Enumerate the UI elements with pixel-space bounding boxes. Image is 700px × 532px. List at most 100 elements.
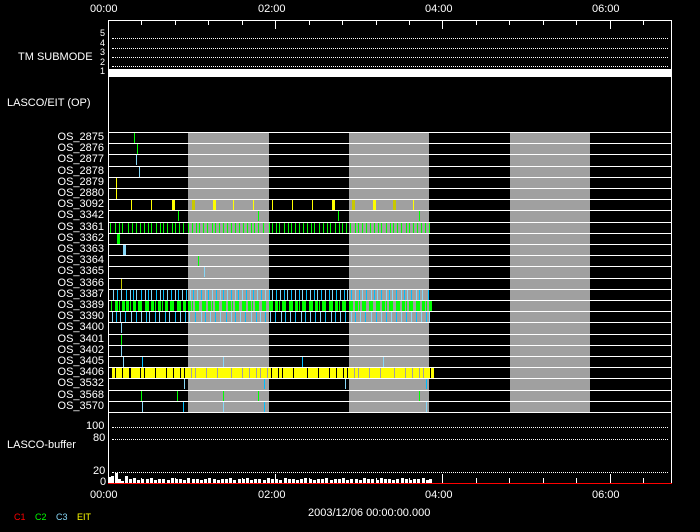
event-mark — [339, 223, 340, 233]
event-mark — [372, 301, 373, 311]
event-mark — [381, 312, 382, 322]
row-label-os_3365: OS_3365 — [57, 265, 104, 277]
event-mark — [346, 223, 347, 233]
event-mark — [382, 301, 385, 311]
event-mark — [235, 290, 236, 300]
event-mark — [340, 290, 341, 300]
event-mark — [299, 301, 300, 311]
event-mark — [284, 290, 285, 300]
event-mark — [159, 312, 160, 322]
plot-top-border — [108, 20, 672, 21]
event-mark — [205, 368, 206, 378]
event-mark — [315, 312, 316, 322]
event-mark — [281, 368, 282, 378]
event-mark — [210, 312, 211, 322]
event-mark — [121, 323, 122, 333]
event-mark — [253, 290, 254, 300]
event-mark — [198, 301, 199, 311]
event-mark — [429, 301, 432, 311]
buffer-gridline-80 — [112, 439, 668, 440]
event-mark — [383, 357, 384, 367]
event-mark — [148, 301, 149, 311]
event-mark — [355, 223, 356, 233]
event-mark — [165, 301, 168, 311]
top-axis-label-0000: 00:00 — [90, 3, 118, 15]
event-mark — [422, 368, 423, 378]
event-mark — [352, 301, 353, 311]
event-mark — [126, 290, 127, 300]
event-mark — [355, 290, 356, 300]
event-mark — [140, 223, 141, 233]
event-mark — [327, 223, 328, 233]
row-label-os_2877: OS_2877 — [57, 153, 104, 165]
event-mark — [115, 223, 116, 233]
event-mark — [310, 290, 311, 300]
event-mark — [179, 223, 180, 233]
event-mark — [426, 312, 427, 322]
event-mark — [189, 312, 190, 322]
event-mark — [115, 301, 118, 311]
event-mark — [163, 290, 164, 300]
event-mark — [319, 301, 320, 311]
event-mark — [272, 290, 273, 300]
event-mark — [258, 391, 259, 401]
event-mark — [412, 301, 413, 311]
event-mark — [357, 368, 358, 378]
shaded-interval — [510, 132, 591, 412]
event-mark — [416, 312, 417, 322]
event-mark — [295, 290, 296, 300]
event-mark — [338, 211, 339, 221]
event-mark — [244, 368, 245, 378]
event-mark — [126, 301, 129, 311]
event-mark — [125, 312, 126, 322]
event-mark — [345, 301, 346, 311]
event-mark — [415, 368, 416, 378]
event-mark — [240, 312, 241, 322]
event-mark — [362, 290, 363, 300]
event-mark — [371, 312, 372, 322]
event-mark — [180, 312, 181, 322]
event-mark — [225, 301, 226, 311]
event-mark — [231, 312, 232, 322]
buffer-bar — [111, 476, 114, 483]
event-mark — [131, 312, 132, 322]
event-mark — [274, 368, 275, 378]
event-mark — [431, 368, 434, 378]
event-mark — [350, 223, 351, 233]
event-mark — [203, 223, 204, 233]
event-mark — [223, 357, 224, 367]
event-mark — [299, 368, 300, 378]
event-mark — [243, 223, 244, 233]
event-mark — [201, 290, 202, 300]
event-mark — [130, 301, 131, 311]
event-mark — [192, 301, 193, 311]
row-separator — [108, 311, 672, 312]
event-mark — [330, 223, 331, 233]
event-mark — [156, 223, 157, 233]
event-mark — [194, 368, 195, 378]
event-mark — [336, 290, 337, 300]
event-mark — [231, 290, 232, 300]
event-mark — [335, 368, 336, 378]
event-mark — [141, 312, 142, 322]
event-mark — [256, 312, 257, 322]
event-mark — [239, 223, 240, 233]
event-mark — [133, 301, 136, 311]
event-mark — [197, 368, 198, 378]
top-axis-tick — [275, 20, 276, 29]
event-mark — [344, 290, 345, 300]
event-mark — [149, 312, 150, 322]
row-separator — [108, 154, 672, 155]
event-mark — [131, 200, 132, 210]
event-mark — [358, 223, 359, 233]
event-mark — [172, 368, 173, 378]
event-mark — [121, 290, 122, 300]
event-mark — [292, 200, 293, 210]
row-separator — [108, 401, 672, 402]
event-mark — [251, 223, 252, 233]
event-mark — [123, 245, 126, 255]
event-mark — [246, 290, 247, 300]
event-mark — [284, 223, 285, 233]
event-mark — [381, 290, 382, 300]
event-mark — [329, 290, 330, 300]
